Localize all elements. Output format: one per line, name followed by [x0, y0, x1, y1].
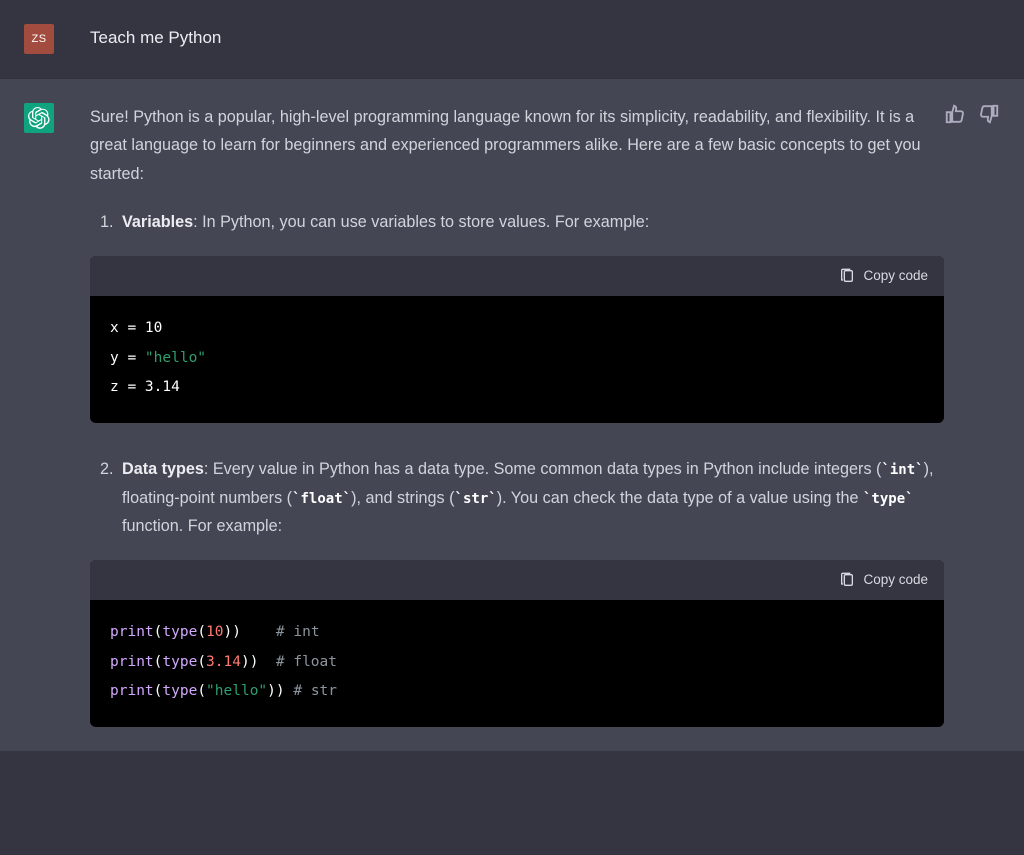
code-block-content[interactable]: print(type(10)) # int print(type(3.14)) …	[90, 600, 944, 727]
list-item-variables: Variables: In Python, you can use variab…	[118, 208, 944, 236]
assistant-logo-icon	[28, 107, 50, 129]
copy-code-button[interactable]: Copy code	[839, 568, 928, 592]
clipboard-icon	[839, 268, 855, 284]
assistant-intro-text: Sure! Python is a popular, high-level pr…	[90, 103, 944, 188]
assistant-avatar	[24, 103, 54, 133]
user-message-text: Teach me Python	[90, 24, 944, 50]
list-item-title: Data types	[122, 460, 204, 478]
list-item-title: Variables	[122, 213, 193, 231]
inline-code: `int`	[881, 462, 923, 478]
code-block-data-types: Copy code print(type(10)) # int print(ty…	[90, 560, 944, 727]
code-block-header: Copy code	[90, 560, 944, 600]
user-avatar-initials: ZS	[31, 33, 46, 45]
inline-code: `float`	[292, 491, 351, 507]
copy-code-button[interactable]: Copy code	[839, 264, 928, 288]
copy-code-label: Copy code	[863, 568, 928, 592]
clipboard-icon	[839, 572, 855, 588]
thumbs-up-icon	[944, 103, 966, 125]
user-message-content: Teach me Python	[78, 24, 944, 50]
inline-code: `type`	[863, 491, 914, 507]
assistant-message-content: Sure! Python is a popular, high-level pr…	[78, 103, 944, 727]
code-block-header: Copy code	[90, 256, 944, 296]
thumbs-down-icon	[978, 103, 1000, 125]
inline-code: `str`	[455, 491, 497, 507]
thumbs-down-button[interactable]	[978, 103, 1000, 125]
list-item-desc: : In Python, you can use variables to st…	[193, 213, 649, 231]
feedback-buttons	[944, 103, 1000, 125]
assistant-ordered-list: Variables: In Python, you can use variab…	[90, 208, 944, 236]
code-block-content[interactable]: x = 10 y = "hello" z = 3.14	[90, 296, 944, 423]
list-item-desc-rich: : Every value in Python has a data type.…	[122, 460, 933, 535]
copy-code-label: Copy code	[863, 264, 928, 288]
thumbs-up-button[interactable]	[944, 103, 966, 125]
list-item-data-types: Data types: Every value in Python has a …	[118, 455, 944, 540]
user-message-row: ZS Teach me Python	[0, 0, 1024, 78]
code-block-variables: Copy code x = 10 y = "hello" z = 3.14	[90, 256, 944, 423]
user-avatar: ZS	[24, 24, 54, 54]
assistant-ordered-list-2: Data types: Every value in Python has a …	[90, 455, 944, 540]
assistant-message-row: Sure! Python is a popular, high-level pr…	[0, 79, 1024, 751]
